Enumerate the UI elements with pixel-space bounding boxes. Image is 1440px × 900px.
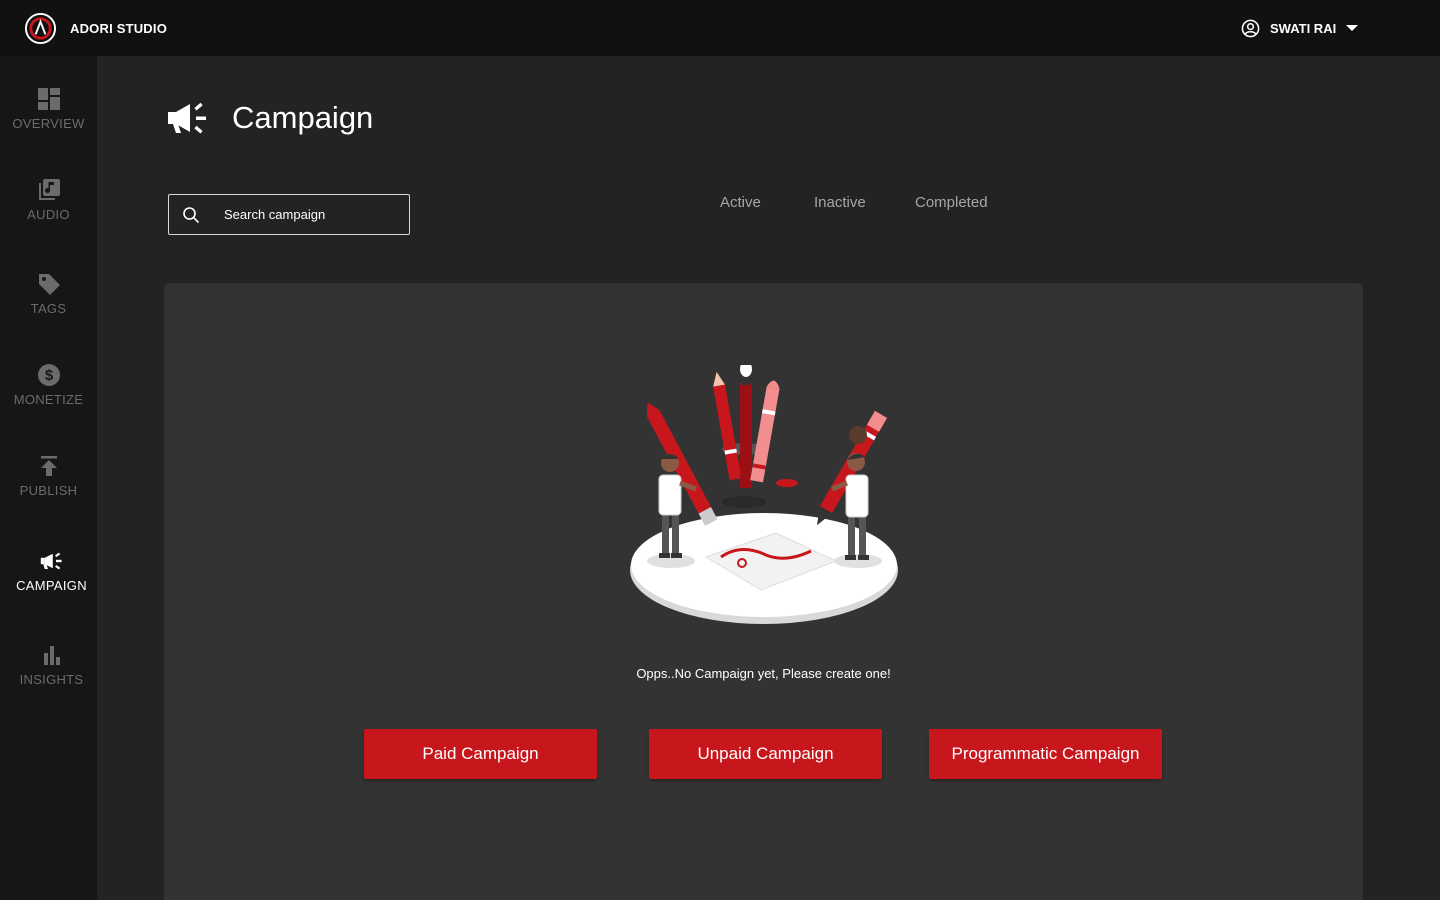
brand-name: ADORI STUDIO (70, 20, 168, 36)
search-input[interactable] (224, 207, 404, 222)
user-name: SWATI RAI (1270, 20, 1337, 36)
adori-logo-icon (24, 12, 57, 44)
sidebar: OVERVIEW AUDIO TAGS $ MONETIZE PUBLISH C… (0, 56, 97, 900)
svg-text:$: $ (44, 367, 53, 384)
sidebar-item-label: CAMPAIGN (16, 578, 87, 593)
top-bar: ADORI STUDIO SWATI RAI (0, 0, 1440, 56)
publish-icon (40, 456, 57, 476)
search-box[interactable] (168, 194, 410, 235)
page-title: Campaign (232, 100, 374, 135)
tab-active[interactable]: Active (720, 194, 761, 211)
tab-completed[interactable]: Completed (915, 194, 988, 211)
sidebar-item-tags[interactable]: TAGS (0, 272, 97, 316)
sidebar-item-label: MONETIZE (13, 392, 84, 407)
sidebar-item-campaign[interactable]: CAMPAIGN (3, 549, 100, 593)
sidebar-item-label: OVERVIEW (12, 116, 85, 131)
sidebar-item-insights[interactable]: INSIGHTS (3, 643, 100, 687)
sidebar-item-label: INSIGHTS (19, 672, 84, 687)
pencils-illustration (630, 365, 898, 624)
music-library-icon (38, 179, 60, 200)
megaphone-icon (40, 552, 62, 570)
megaphone-icon (168, 102, 206, 134)
user-menu[interactable]: SWATI RAI (1241, 0, 1359, 56)
sidebar-item-label: TAGS (30, 301, 67, 316)
sidebar-item-overview[interactable]: OVERVIEW (0, 87, 97, 131)
caret-down-icon[interactable] (1346, 24, 1359, 32)
dollar-icon: $ (37, 364, 60, 386)
paid-campaign-button[interactable]: Paid Campaign (364, 729, 597, 779)
sidebar-item-label: AUDIO (27, 207, 70, 222)
dashboard-icon (37, 88, 60, 110)
sidebar-item-monetize[interactable]: $ MONETIZE (0, 363, 97, 407)
bar-chart-icon (43, 646, 60, 665)
empty-state-message: Opps..No Campaign yet, Please create one… (636, 666, 891, 681)
sidebar-item-publish[interactable]: PUBLISH (0, 454, 97, 498)
page-header: Campaign (166, 100, 373, 136)
unpaid-campaign-button[interactable]: Unpaid Campaign (649, 729, 882, 779)
campaign-panel: Opps..No Campaign yet, Please create one… (164, 283, 1363, 900)
sidebar-item-label: PUBLISH (19, 483, 78, 498)
tab-inactive[interactable]: Inactive (814, 194, 866, 211)
programmatic-campaign-button[interactable]: Programmatic Campaign (929, 729, 1162, 779)
account-circle-icon (1241, 19, 1260, 37)
search-icon (183, 206, 200, 223)
tag-icon (38, 274, 60, 295)
sidebar-item-audio[interactable]: AUDIO (0, 178, 97, 222)
brand[interactable]: ADORI STUDIO (24, 12, 167, 45)
